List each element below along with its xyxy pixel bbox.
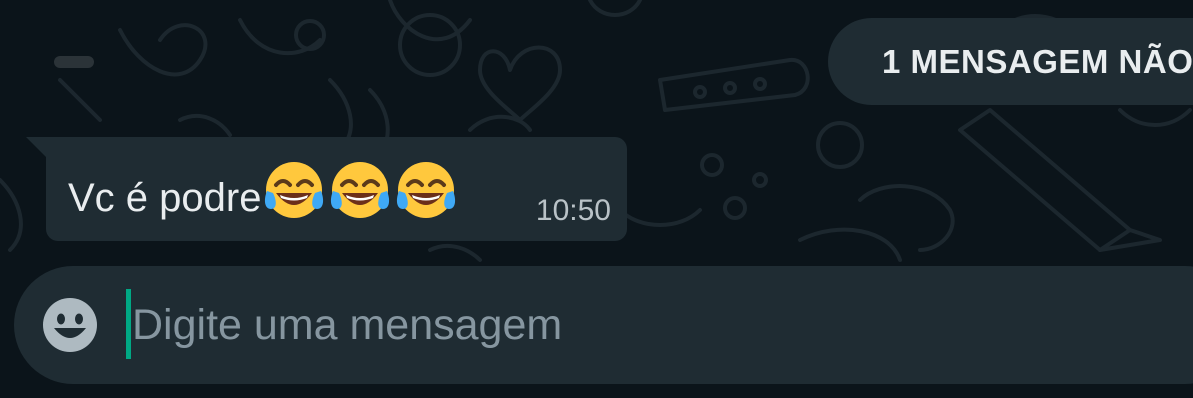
unread-messages-label: 1 MENSAGEM NÃO LIDA: [882, 42, 1193, 80]
message-timestamp: 10:50: [535, 194, 611, 227]
sender-mark: [54, 56, 94, 68]
incoming-message-bubble[interactable]: Vc é podre 10:50: [46, 137, 627, 241]
smiley-icon: [43, 298, 97, 352]
text-caret: [126, 289, 131, 359]
unread-messages-banner: 1 MENSAGEM NÃO LIDA: [828, 18, 1193, 105]
message-input[interactable]: [132, 290, 1132, 360]
emoji-button[interactable]: [41, 296, 99, 354]
tears-of-joy-emoji: [393, 157, 459, 234]
message-text: Vc é podre: [68, 176, 262, 221]
message-bubble-tail: [26, 137, 48, 159]
tears-of-joy-emoji: [261, 157, 327, 234]
message-composer[interactable]: [14, 266, 1193, 384]
message-content: Vc é podre: [68, 162, 459, 234]
tears-of-joy-emoji: [327, 157, 393, 234]
